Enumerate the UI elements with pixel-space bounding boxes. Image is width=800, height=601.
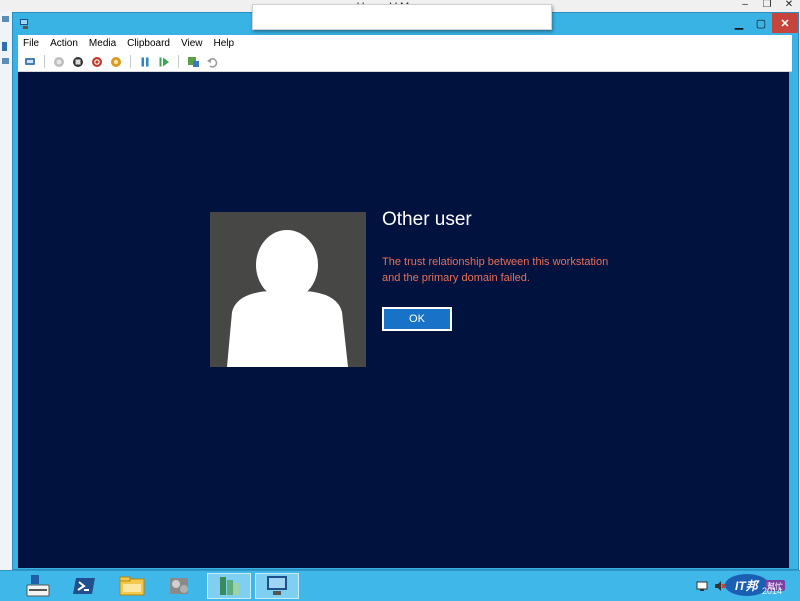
file-explorer-icon [119, 576, 145, 596]
host-tree-icon[interactable] [2, 16, 9, 22]
tools-icon [170, 578, 188, 594]
taskbar: IT邦 幫忙 2014 [0, 570, 800, 601]
host-close-button[interactable]: ✕ [778, 0, 800, 12]
vm-toolbar [18, 52, 792, 72]
menu-help[interactable]: Help [208, 35, 240, 52]
minimize-button[interactable]: ▁ [728, 13, 750, 33]
vm-connection-icon [267, 576, 287, 595]
menu-clipboard[interactable]: Clipboard [122, 35, 176, 52]
ctrl-alt-del-button[interactable] [23, 55, 37, 69]
vm-connection-window: ▁ ▢ ✕ File Action Media Clipboard View H… [12, 12, 799, 570]
pause-button[interactable] [138, 55, 152, 69]
menubar: File Action Media Clipboard View Help [18, 35, 792, 52]
host-restore-button[interactable]: ❐ [756, 0, 778, 12]
network-tray-icon[interactable] [696, 580, 708, 592]
pause-icon [141, 57, 149, 66]
taskbar-hyper-v-manager[interactable] [207, 573, 251, 599]
turn-off-button[interactable] [71, 55, 85, 69]
turn-off-icon [73, 56, 83, 67]
maximize-icon: ▢ [755, 17, 767, 30]
host-tree-icon[interactable] [2, 58, 9, 64]
menu-media[interactable]: Media [84, 35, 122, 52]
revert-button[interactable] [205, 55, 219, 69]
ok-button[interactable]: OK [382, 307, 452, 331]
save-state-button[interactable] [109, 55, 123, 69]
resume-icon [159, 57, 169, 66]
ctrl-alt-del-icon [24, 58, 35, 65]
checkpoint-icon [187, 57, 199, 67]
resume-button[interactable] [157, 55, 171, 69]
host-minimize-button[interactable]: – [734, 0, 756, 12]
host-window-controls: – ❐ ✕ [734, 0, 800, 12]
system-tray: IT邦 幫忙 2014 [690, 571, 800, 601]
error-message-line: The trust relationship between this work… [382, 256, 609, 268]
revert-icon [207, 57, 218, 68]
user-name-label: Other user [382, 209, 472, 230]
taskbar-file-explorer[interactable] [110, 573, 154, 599]
vm-window-controls: ▁ ▢ ✕ [728, 13, 798, 33]
error-message: The trust relationship between this work… [382, 254, 642, 286]
host-collapse-arrow-icon[interactable] [2, 42, 7, 51]
menu-view[interactable]: View [176, 35, 209, 52]
start-icon [54, 56, 64, 67]
toolbar-separator [130, 55, 131, 68]
clock-date-text: 2014 [761, 586, 782, 596]
toolbar-separator [178, 55, 179, 68]
vm-connection-app-icon [20, 19, 28, 29]
close-button[interactable]: ✕ [772, 13, 798, 33]
start-button[interactable] [52, 55, 66, 69]
vm-guest-screen[interactable]: Other user The trust relationship betwee… [18, 72, 789, 568]
maximize-button[interactable]: ▢ [750, 13, 772, 33]
user-silhouette-icon [227, 230, 348, 367]
svg-text:IT邦: IT邦 [735, 579, 761, 593]
server-manager-icon [26, 575, 50, 597]
shutdown-icon [92, 56, 102, 67]
powershell-icon [73, 578, 95, 594]
close-icon: ✕ [780, 17, 790, 30]
title-redaction-box [252, 4, 552, 30]
hyper-v-manager-icon [220, 577, 239, 595]
taskbar-server-manager[interactable] [16, 573, 60, 599]
menu-action[interactable]: Action [45, 35, 84, 52]
menu-file[interactable]: File [18, 35, 45, 52]
taskbar-tools[interactable] [158, 573, 202, 599]
shutdown-button[interactable] [90, 55, 104, 69]
minimize-icon: ▁ [734, 17, 744, 30]
toolbar-separator [44, 55, 45, 68]
checkpoint-button[interactable] [186, 55, 200, 69]
taskbar-vm-connection[interactable] [255, 573, 299, 599]
error-message-line: and the primary domain failed. [382, 272, 530, 284]
taskbar-powershell[interactable] [62, 573, 106, 599]
user-avatar-tile [210, 212, 366, 367]
save-state-icon [111, 56, 121, 67]
